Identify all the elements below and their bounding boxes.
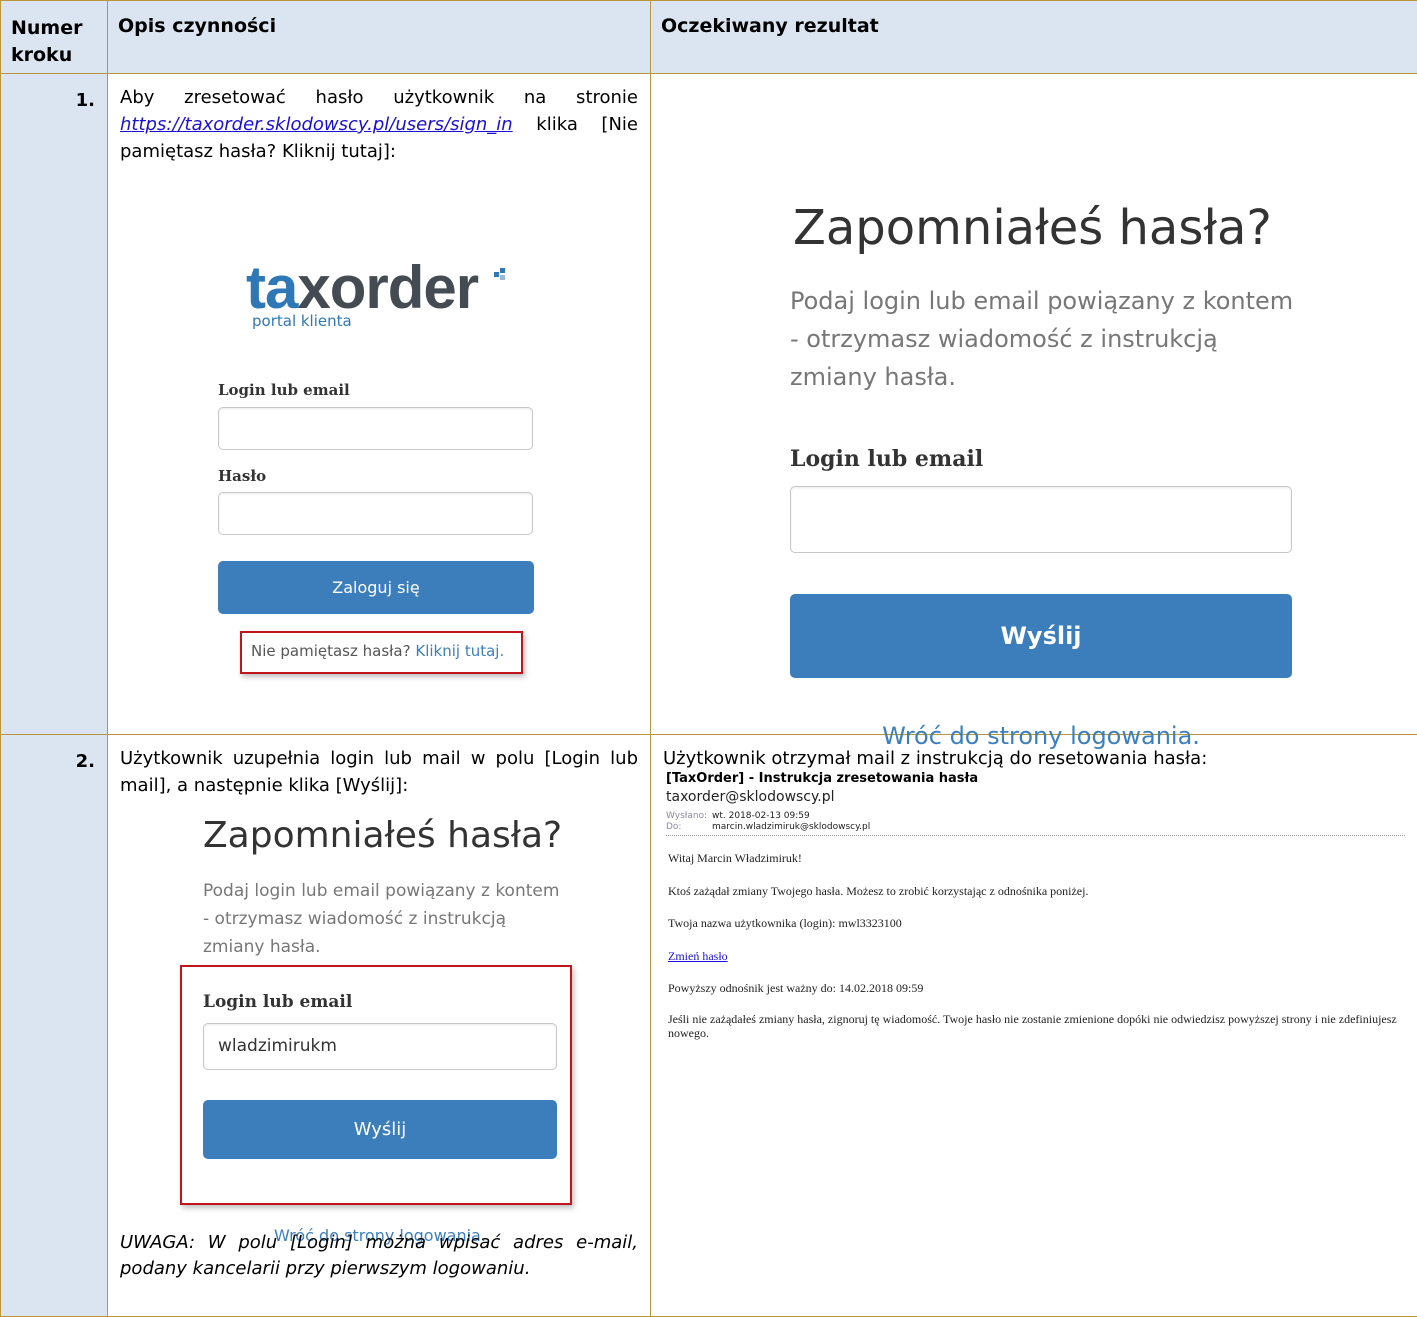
password-input[interactable]	[218, 492, 533, 535]
login-input[interactable]	[218, 407, 533, 450]
send-button[interactable]: Wyślij	[790, 594, 1292, 678]
email-change-password: Zmień hasło	[668, 949, 1403, 963]
password-label: Hasło	[218, 467, 266, 485]
login-button[interactable]: Zaloguj się	[218, 561, 534, 614]
step-description-text: Użytkownik uzupełnia login lub mail w po…	[108, 735, 650, 799]
sign-in-url-link[interactable]: https://taxorder.sklodowscy.pl/users/sig…	[120, 114, 513, 135]
result-intro-text: Użytkownik otrzymał mail z instrukcją do…	[651, 735, 1417, 772]
email-subject: [TaxOrder] - Instrukcja zresetowania has…	[666, 771, 978, 786]
forgot-password-subtitle: Podaj login lub email powiązany z kontem…	[203, 877, 559, 961]
step-number: 1.	[1, 74, 108, 735]
step-description-text: Aby zresetować hasło użytkownik na stron…	[108, 74, 650, 165]
email-line: Jeśli nie zażądałeś zmiany hasła, zignor…	[668, 1012, 1403, 1040]
note-text: UWAGA: W polu [Login] można wpisać adres…	[120, 1230, 638, 1282]
forgot-password-title: Zapomniałeś hasła?	[203, 815, 562, 856]
forgot-password-subtitle: Podaj login lub email powiązany z kontem…	[790, 282, 1293, 396]
login-label: Login lub email	[790, 446, 983, 472]
email-separator	[666, 835, 1405, 836]
forgot-password-title: Zapomniałeś hasła?	[793, 200, 1272, 256]
email-line: Powyższy odnośnik jest ważny do: 14.02.2…	[668, 981, 1403, 995]
step-description: Użytkownik uzupełnia login lub mail w po…	[108, 735, 651, 1317]
expected-result: Zapomniałeś hasła? Podaj login lub email…	[651, 74, 1417, 735]
email-sent: Wysłano:wt. 2018-02-13 09:59	[666, 811, 810, 821]
step-row-2: 2. Użytkownik uzupełnia login lub mail w…	[1, 735, 1417, 1317]
step-description: Aby zresetować hasło użytkownik na stron…	[108, 74, 651, 735]
header-row: Numer kroku Opis czynności Oczekiwany re…	[1, 1, 1417, 74]
login-label: Login lub email	[218, 381, 350, 399]
forgot-password-link[interactable]: Kliknij tutaj.	[415, 642, 504, 660]
header-step-number: Numer kroku	[1, 1, 108, 74]
step-row-1: 1. Aby zresetować hasło użytkownik na st…	[1, 74, 1417, 735]
forgot-password-text: Nie pamiętasz hasła? Kliknij tutaj.	[251, 642, 504, 660]
expected-result: Użytkownik otrzymał mail z instrukcją do…	[651, 735, 1417, 1317]
login-input[interactable]	[790, 486, 1292, 553]
email-line: Ktoś zażądał zmiany Twojego hasła. Możes…	[668, 884, 1403, 898]
logo-subtitle: portal klienta	[252, 312, 352, 330]
login-label: Login lub email	[203, 992, 352, 1012]
email-to: Do:marcin.wladzimiruk@sklodowscy.pl	[666, 822, 870, 832]
login-input[interactable]: wladzimirukm	[203, 1023, 557, 1070]
change-password-link[interactable]: Zmień hasło	[668, 949, 728, 963]
step-number: 2.	[1, 735, 108, 1317]
header-description: Opis czynności	[108, 1, 651, 74]
email-from: taxorder@sklodowscy.pl	[666, 789, 835, 805]
send-button[interactable]: Wyślij	[203, 1100, 557, 1159]
header-expected-result: Oczekiwany rezultat	[651, 1, 1417, 74]
email-greeting: Witaj Marcin Władzimiruk!	[668, 851, 1403, 865]
logo-dots-icon	[494, 268, 508, 282]
test-steps-table: Numer kroku Opis czynności Oczekiwany re…	[0, 0, 1417, 1317]
taxorder-logo: taxorder portal klienta	[246, 262, 516, 342]
email-line: Twoja nazwa użytkownika (login): mwl3323…	[668, 916, 1403, 930]
